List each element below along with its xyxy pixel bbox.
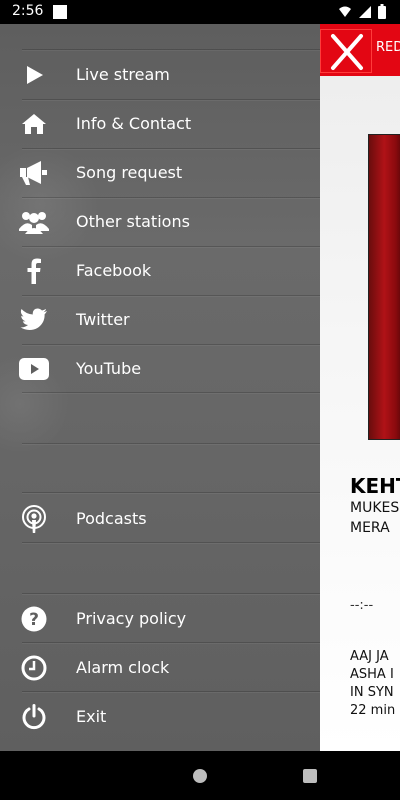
play-icon	[18, 59, 50, 91]
divider	[22, 492, 320, 493]
status-icons	[338, 4, 386, 19]
next-line: ASHA I	[350, 667, 394, 682]
close-icon	[331, 34, 363, 70]
divider	[22, 542, 320, 543]
time-display: --:--	[350, 598, 374, 613]
power-icon	[18, 701, 50, 733]
megaphone-icon	[18, 157, 50, 189]
next-line: AAJ JA	[350, 649, 389, 664]
wifi-icon	[339, 6, 351, 17]
top-bar: RED	[320, 24, 400, 76]
status-time: 2:56	[12, 3, 44, 19]
top-title: RED	[376, 40, 400, 55]
menu-item-twitter[interactable]: Twitter	[0, 295, 320, 344]
notification-icon	[53, 5, 67, 19]
navigation-drawer: Live stream Info & Contact Song request …	[0, 24, 320, 751]
menu-item-song-request[interactable]: Song request	[0, 148, 320, 197]
menu-item-label: Song request	[76, 163, 183, 182]
menu-item-label: Alarm clock	[76, 658, 170, 677]
menu-item-label: Podcasts	[76, 509, 147, 528]
svg-text:?: ?	[29, 610, 39, 630]
menu-item-youtube[interactable]: YouTube	[0, 344, 320, 393]
status-bar: 2:56	[0, 0, 400, 24]
menu-item-facebook[interactable]: Facebook	[0, 246, 320, 295]
menu-item-label: Exit	[76, 707, 107, 726]
song-subtitle: MERA	[350, 520, 390, 536]
menu-item-label: Other stations	[76, 212, 190, 231]
menu-item-privacy-policy[interactable]: ? Privacy policy	[0, 594, 320, 643]
facebook-icon	[18, 255, 50, 287]
podcast-icon	[18, 503, 50, 535]
home-icon	[18, 108, 50, 140]
song-artist: MUKES	[350, 500, 400, 516]
youtube-icon	[18, 353, 50, 385]
next-line: IN SYN	[350, 685, 394, 700]
twitter-icon	[18, 304, 50, 336]
divider	[22, 392, 320, 393]
menu-item-label: YouTube	[76, 359, 142, 378]
close-button[interactable]	[320, 29, 372, 73]
main-content: RED KEHT MUKES MERA --:-- AAJ JA ASHA I …	[320, 24, 400, 751]
menu-item-label: Privacy policy	[76, 609, 187, 628]
recents-button[interactable]	[303, 769, 317, 783]
home-button[interactable]	[193, 769, 207, 783]
menu-item-info-contact[interactable]: Info & Contact	[0, 99, 320, 148]
menu-item-exit[interactable]: Exit	[0, 692, 320, 741]
menu-item-label: Info & Contact	[76, 114, 192, 133]
battery-icon	[378, 4, 386, 19]
divider	[22, 443, 320, 444]
clock-icon	[18, 652, 50, 684]
album-cover	[368, 134, 400, 440]
system-nav-bar	[0, 751, 400, 800]
menu-item-live-stream[interactable]: Live stream	[0, 50, 320, 99]
menu-item-other-stations[interactable]: Other stations	[0, 197, 320, 246]
menu-item-podcasts[interactable]: Podcasts	[0, 494, 320, 543]
menu-item-label: Twitter	[76, 310, 130, 329]
menu-item-label: Facebook	[76, 261, 152, 280]
signal-icon	[359, 5, 371, 18]
help-icon: ?	[18, 603, 50, 635]
next-line: 22 min	[350, 703, 396, 718]
menu-item-label: Live stream	[76, 65, 170, 84]
group-icon	[18, 206, 50, 238]
menu-item-alarm-clock[interactable]: Alarm clock	[0, 643, 320, 692]
song-title: KEHT	[350, 474, 400, 498]
